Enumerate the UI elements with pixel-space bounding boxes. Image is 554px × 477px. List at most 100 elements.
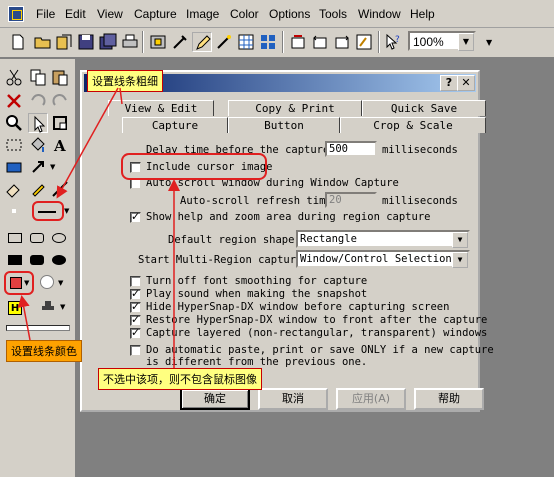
chevron-down-icon[interactable]: ▼ xyxy=(58,279,63,287)
play-sound-checkbox[interactable] xyxy=(130,287,141,300)
ellipse-tool-icon[interactable] xyxy=(52,233,66,243)
start-multi-select[interactable]: Window/Control Selection ▼ xyxy=(296,250,470,268)
chevron-down-icon[interactable]: ▼ xyxy=(458,33,474,51)
chevron-down-icon[interactable]: ▼ xyxy=(60,303,65,311)
tab-button[interactable]: Button xyxy=(228,117,340,133)
zoom-select[interactable]: 100% ▼ xyxy=(408,31,476,51)
filled-rect-tool-icon[interactable] xyxy=(8,255,22,265)
start-multi-label: Start Multi-Region capture xyxy=(138,254,303,266)
tab-view-edit[interactable]: View & Edit xyxy=(108,100,214,116)
line-thickness-button[interactable] xyxy=(32,201,64,221)
menu-color[interactable]: Color xyxy=(230,7,259,21)
menu-image[interactable]: Image xyxy=(186,7,219,21)
line-color-button[interactable]: ▼ xyxy=(4,271,34,295)
zoom-tool-icon[interactable] xyxy=(4,113,24,133)
menu-view[interactable]: View xyxy=(97,7,123,21)
font-smoothing-checkbox[interactable] xyxy=(130,276,141,287)
show-help-label: Show help and zoom area during region ca… xyxy=(146,211,431,223)
cut-icon[interactable] xyxy=(4,67,24,87)
pen-icon[interactable] xyxy=(28,179,48,199)
menu-tools[interactable]: Tools xyxy=(319,7,347,21)
pointer-icon[interactable] xyxy=(28,157,48,177)
dot-size-icon[interactable] xyxy=(12,209,16,213)
delete-icon[interactable] xyxy=(4,91,24,111)
fill-icon[interactable] xyxy=(28,135,48,155)
stamp-icon[interactable] xyxy=(4,157,24,177)
redo-arrow-icon[interactable] xyxy=(50,91,70,111)
capture-layered-checkbox[interactable] xyxy=(130,326,141,339)
redo-icon[interactable] xyxy=(332,32,352,52)
chevron-down-icon[interactable]: ▼ xyxy=(50,163,55,171)
print-icon[interactable] xyxy=(120,32,140,52)
menu-window[interactable]: Window xyxy=(358,7,401,21)
rectangle-tool-icon[interactable] xyxy=(8,233,22,243)
menu-edit[interactable]: Edit xyxy=(65,7,86,21)
help-button[interactable]: 帮助 xyxy=(414,388,484,410)
capture-icon[interactable] xyxy=(148,32,168,52)
app-icon[interactable] xyxy=(8,6,24,22)
tab-capture[interactable]: Capture xyxy=(122,117,228,133)
tab-copy-print[interactable]: Copy & Print xyxy=(228,100,362,116)
default-region-value: Rectangle xyxy=(300,233,357,245)
tab-crop-scale[interactable]: Crop & Scale xyxy=(340,117,486,133)
save-all-icon[interactable] xyxy=(98,32,118,52)
tab-quick-save[interactable]: Quick Save xyxy=(362,100,486,116)
multi-icon[interactable] xyxy=(258,32,278,52)
menu-capture[interactable]: Capture xyxy=(134,7,177,21)
rounded-rect-tool-icon[interactable] xyxy=(30,233,44,243)
select-region-icon[interactable] xyxy=(4,135,24,155)
eraser-icon[interactable] xyxy=(4,179,24,199)
hide-window-checkbox[interactable] xyxy=(130,300,141,313)
highlight-icon[interactable]: H xyxy=(8,301,22,315)
autoscroll-refresh-input[interactable]: 20 xyxy=(325,192,377,208)
auto-paste-label-2: is different from the previous one. xyxy=(146,356,368,368)
edit-icon[interactable] xyxy=(192,32,212,52)
paste-icon[interactable] xyxy=(50,67,70,87)
save-as-icon[interactable] xyxy=(54,32,74,52)
close-icon[interactable]: ✕ xyxy=(457,75,475,91)
stamp-tool-icon[interactable] xyxy=(38,297,58,317)
select-arrow-icon[interactable] xyxy=(28,113,48,133)
line-tool-icon[interactable] xyxy=(50,179,70,199)
delay-input[interactable]: 500 xyxy=(325,141,377,157)
undo-arrow-icon[interactable] xyxy=(28,91,48,111)
undo-icon[interactable] xyxy=(310,32,330,52)
chevron-down-icon[interactable]: ▼ xyxy=(64,207,69,215)
open-icon[interactable] xyxy=(33,32,53,52)
default-region-select[interactable]: Rectangle ▼ xyxy=(296,230,470,248)
tolerance-slider[interactable] xyxy=(6,325,70,331)
help-icon[interactable]: ? xyxy=(440,75,458,91)
filled-ellipse-tool-icon[interactable] xyxy=(52,255,66,265)
ok-button[interactable]: 确定 xyxy=(180,388,250,410)
text-tool-icon[interactable]: A xyxy=(50,135,70,155)
chevron-down-icon[interactable]: ▼ xyxy=(452,252,468,268)
menu-file[interactable]: File xyxy=(36,7,55,21)
chevron-down-icon[interactable]: ▼ xyxy=(452,232,468,248)
tools-icon[interactable] xyxy=(170,32,190,52)
copy-icon[interactable] xyxy=(28,67,48,87)
toolbar-overflow-icon[interactable]: ▼ xyxy=(486,38,492,47)
filled-rounded-rect-tool-icon[interactable] xyxy=(30,255,44,265)
select-rect-icon[interactable] xyxy=(50,113,70,133)
options-dialog: ? ✕ View & Edit Copy & Print Quick Save … xyxy=(80,70,494,412)
pencil-icon[interactable] xyxy=(354,32,374,52)
cancel-button[interactable]: 取消 xyxy=(258,388,328,410)
restore-window-checkbox[interactable] xyxy=(130,313,141,326)
new-icon[interactable] xyxy=(8,32,28,52)
wand-icon[interactable] xyxy=(214,32,234,52)
fill-color-swatch[interactable] xyxy=(40,275,54,289)
grid-icon[interactable] xyxy=(236,32,256,52)
tools-palette: A ▼ ▼ ▼ ▼ H ▼ xyxy=(0,59,76,477)
help-cursor-icon[interactable]: ? xyxy=(383,32,403,52)
line-thickness-note: 设置线条粗细 xyxy=(87,70,163,92)
rotate-icon[interactable] xyxy=(288,32,308,52)
default-region-label: Default region shape: xyxy=(168,234,301,246)
show-help-checkbox[interactable] xyxy=(130,210,141,223)
apply-button[interactable]: 应用(A) xyxy=(336,388,406,410)
auto-paste-checkbox[interactable] xyxy=(130,345,141,356)
menu-options[interactable]: Options xyxy=(269,7,310,21)
autoscroll-refresh-unit: milliseconds xyxy=(382,195,458,207)
save-icon[interactable] xyxy=(76,32,96,52)
menu-help[interactable]: Help xyxy=(410,7,435,21)
font-smoothing-label: Turn off font smoothing for capture xyxy=(146,275,368,287)
